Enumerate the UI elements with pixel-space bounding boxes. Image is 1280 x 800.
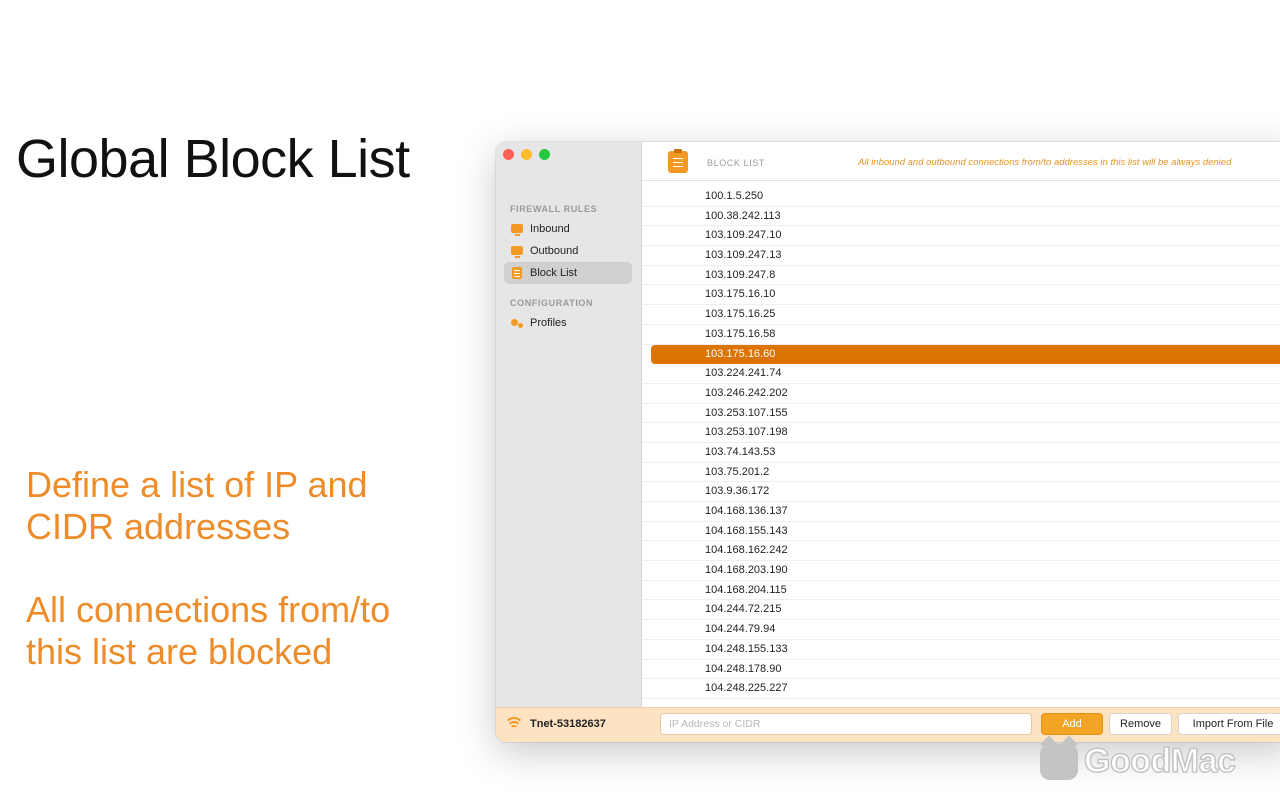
hero-desc-line: All connections from/to (26, 589, 391, 630)
sidebar: FIREWALL RULES Inbound Outbound Block Li… (496, 142, 642, 707)
clipboard-icon (668, 149, 688, 173)
watermark-text: GoodMac (1083, 741, 1236, 781)
goodmac-logo-icon (1040, 743, 1078, 780)
panel-description: All inbound and outbound connections fro… (858, 157, 1232, 168)
list-item[interactable]: 104.244.72.215 (642, 600, 1280, 621)
clipboard-icon (510, 266, 524, 280)
list-item[interactable]: 103.109.247.10 (642, 226, 1280, 247)
list-item[interactable]: 104.244.79.94 (642, 620, 1280, 640)
list-item[interactable]: 103.9.36.172 (642, 482, 1280, 502)
list-item[interactable]: 104.168.203.190 (642, 561, 1280, 581)
ip-cidr-input[interactable] (660, 713, 1032, 735)
sidebar-item-label: Profiles (530, 317, 567, 329)
list-item[interactable]: 103.253.107.198 (642, 423, 1280, 443)
hero-desc-line: this list are blocked (26, 631, 333, 672)
list-item[interactable]: 104.248.155.133 (642, 640, 1280, 660)
hero-description-1: Define a list of IP and CIDR addresses (26, 464, 368, 548)
footer-bar: Tnet-53182637 Add Remove Import From Fil… (496, 707, 1280, 742)
sidebar-item-label: Inbound (530, 223, 570, 235)
watermark: GoodMac (1040, 741, 1237, 781)
app-window: FIREWALL RULES Inbound Outbound Block Li… (496, 142, 1280, 742)
monitor-icon (510, 244, 524, 258)
close-window-button[interactable] (503, 149, 514, 160)
list-item[interactable]: 103.109.247.13 (642, 246, 1280, 266)
list-item[interactable]: 103.175.16.25 (642, 305, 1280, 325)
monitor-icon (510, 222, 524, 236)
ip-address-list[interactable]: 100.1.5.250 100.38.242.113 103.109.247.10 1… (642, 187, 1280, 699)
list-item[interactable]: 103.74.143.53 (642, 443, 1280, 463)
list-item[interactable]: 100.38.242.113 (642, 207, 1280, 227)
main-panel: BLOCK LIST All inbound and outbound conn… (642, 142, 1280, 707)
list-item[interactable]: 104.168.162.242 (642, 541, 1280, 562)
list-item[interactable]: 104.168.155.143 (642, 522, 1280, 542)
list-item[interactable]: 104.248.178.90 (642, 660, 1280, 680)
network-name: Tnet-53182637 (530, 718, 606, 730)
gears-icon (510, 316, 524, 330)
sidebar-item-inbound[interactable]: Inbound (504, 218, 632, 240)
sidebar-item-block-list[interactable]: Block List (504, 262, 632, 284)
list-item-selected[interactable]: 103.175.16.60 (651, 344, 1280, 365)
add-button[interactable]: Add (1041, 713, 1103, 735)
list-item[interactable]: 103.75.201.2 (642, 463, 1280, 483)
import-from-file-button[interactable]: Import From File (1178, 713, 1280, 735)
wifi-icon (504, 717, 524, 731)
sidebar-item-outbound[interactable]: Outbound (504, 240, 632, 262)
toolbar: BLOCK LIST All inbound and outbound conn… (642, 142, 1280, 181)
sidebar-item-label: Outbound (530, 245, 579, 257)
window-controls (503, 149, 550, 160)
sidebar-item-profiles[interactable]: Profiles (504, 312, 632, 334)
minimize-window-button[interactable] (521, 149, 532, 160)
list-item[interactable]: 103.175.16.10 (642, 285, 1280, 306)
hero-title: Global Block List (16, 129, 410, 189)
list-item[interactable]: 104.168.136.137 (642, 502, 1280, 522)
list-item[interactable]: 100.1.5.250 (642, 187, 1280, 207)
list-item[interactable]: 103.175.16.58 (642, 325, 1280, 345)
network-status: Tnet-53182637 (504, 717, 606, 731)
hero-desc-line: CIDR addresses (26, 506, 291, 547)
list-item[interactable]: 103.224.241.74 (642, 364, 1280, 384)
list-item[interactable]: 104.248.225.227 (642, 679, 1280, 699)
section-header-firewall-rules: FIREWALL RULES (510, 204, 598, 214)
sidebar-item-label: Block List (530, 267, 578, 279)
hero-desc-line: Define a list of IP and (26, 464, 368, 505)
list-item[interactable]: 103.253.107.155 (642, 404, 1280, 424)
zoom-window-button[interactable] (539, 149, 550, 160)
panel-title: BLOCK LIST (707, 158, 766, 168)
list-item[interactable]: 103.246.242.202 (642, 384, 1280, 404)
remove-button[interactable]: Remove (1109, 713, 1172, 735)
hero-description-2: All connections from/to this list are bl… (26, 589, 390, 673)
list-item[interactable]: 104.168.204.115 (642, 581, 1280, 601)
section-header-configuration: CONFIGURATION (510, 298, 594, 308)
list-item[interactable]: 103.109.247.8 (642, 266, 1280, 286)
